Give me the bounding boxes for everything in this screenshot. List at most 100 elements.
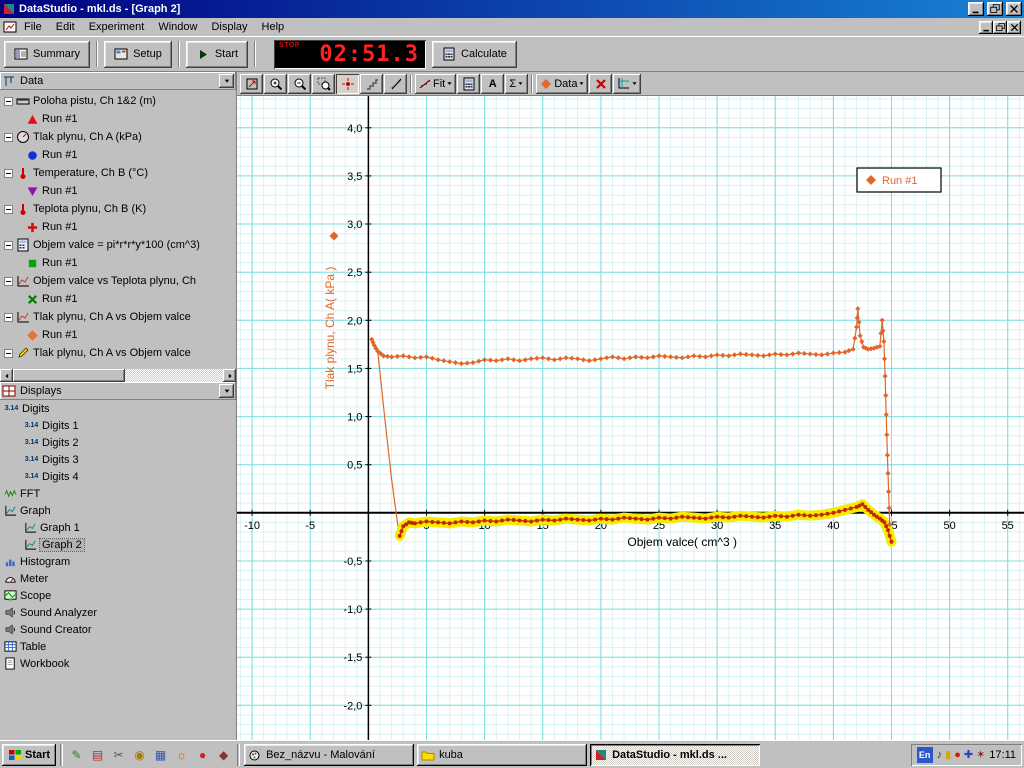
calculate-button[interactable]: Calculate bbox=[432, 41, 517, 68]
data-run-3[interactable]: Run #1 bbox=[0, 182, 236, 200]
graph-calculate-button[interactable] bbox=[457, 74, 480, 94]
tray-icon-1[interactable]: ♪ bbox=[937, 747, 943, 763]
data-source-5[interactable]: Objem valce = pi*r*r*y*100 (cm^3) bbox=[0, 236, 236, 254]
menu-window[interactable]: Window bbox=[151, 19, 204, 35]
zoom-select-button[interactable] bbox=[312, 74, 335, 94]
menu-help[interactable]: Help bbox=[255, 19, 292, 35]
quick-launch-icon-5[interactable]: ▦ bbox=[151, 745, 170, 764]
data-source-6[interactable]: Objem valce vs Teplota plynu, Ch bbox=[0, 272, 236, 290]
data-tree-hscrollbar[interactable] bbox=[0, 369, 236, 382]
statistics-menu-button[interactable]: Σ bbox=[505, 74, 528, 94]
expand-collapse-icon[interactable] bbox=[4, 313, 13, 322]
display-item-table[interactable]: Table bbox=[0, 638, 236, 655]
displays-panel-header[interactable]: Displays bbox=[0, 382, 236, 400]
scale-to-fit-button[interactable] bbox=[240, 74, 263, 94]
data-run-4[interactable]: Run #1 bbox=[0, 218, 236, 236]
close-button[interactable] bbox=[1006, 2, 1022, 16]
start-button[interactable]: Start bbox=[186, 41, 248, 68]
fit-menu-button[interactable]: Fit bbox=[415, 74, 456, 94]
data-run-1[interactable]: Run #1 bbox=[0, 110, 236, 128]
expand-collapse-icon[interactable] bbox=[4, 97, 13, 106]
tangent-tool-button[interactable] bbox=[384, 74, 407, 94]
slope-tool-button[interactable] bbox=[360, 74, 383, 94]
task-button-1[interactable]: Bez_názvu - Malování bbox=[244, 744, 414, 766]
quick-launch-icon-4[interactable]: ◉ bbox=[130, 745, 149, 764]
scroll-left-button[interactable] bbox=[0, 369, 13, 382]
display-item-scope[interactable]: Scope bbox=[0, 587, 236, 604]
quick-launch-icon-6[interactable]: ☼ bbox=[172, 745, 191, 764]
display-item-graph-1[interactable]: Graph 1 bbox=[0, 519, 236, 536]
data-source-7[interactable]: Tlak plynu, Ch A vs Objem valce bbox=[0, 308, 236, 326]
language-indicator[interactable]: En bbox=[917, 747, 933, 763]
task-button-3[interactable]: DataStudio - mkl.ds ... bbox=[590, 744, 760, 766]
menu-edit[interactable]: Edit bbox=[49, 19, 82, 35]
expand-collapse-icon[interactable] bbox=[4, 169, 13, 178]
expand-collapse-icon[interactable] bbox=[4, 205, 13, 214]
expand-collapse-icon[interactable] bbox=[4, 133, 13, 142]
menu-display[interactable]: Display bbox=[204, 19, 254, 35]
displays-panel-menu-button[interactable] bbox=[219, 384, 234, 398]
tray-icon-4[interactable]: ✚ bbox=[964, 747, 973, 763]
display-item-fft[interactable]: FFT bbox=[0, 485, 236, 502]
scrollbar-track[interactable] bbox=[125, 369, 223, 382]
menu-file[interactable]: File bbox=[17, 19, 49, 35]
display-item-graph[interactable]: Graph bbox=[0, 502, 236, 519]
data-run-7[interactable]: Run #1 bbox=[0, 326, 236, 344]
display-item-digits-2[interactable]: 3.14Digits 2 bbox=[0, 434, 236, 451]
quick-launch-icon-3[interactable]: ✂ bbox=[109, 745, 128, 764]
chevron-down-icon bbox=[223, 387, 231, 395]
document-window-icon[interactable] bbox=[3, 20, 17, 34]
display-item-workbook[interactable]: Workbook bbox=[0, 655, 236, 672]
display-item-graph-2[interactable]: Graph 2 bbox=[0, 536, 236, 553]
graph-plot[interactable]: -10-55101520253035404550554,03,53,02,52,… bbox=[237, 96, 1024, 740]
quick-launch-icon-8[interactable]: ◆ bbox=[214, 745, 233, 764]
task-button-2[interactable]: kuba bbox=[417, 744, 587, 766]
mdi-restore-button[interactable] bbox=[993, 21, 1007, 34]
maximize-button[interactable] bbox=[987, 2, 1003, 16]
scrollbar-thumb[interactable] bbox=[13, 369, 125, 382]
data-source-1[interactable]: Poloha pistu, Ch 1&2 (m) bbox=[0, 92, 236, 110]
summary-button[interactable]: Summary bbox=[4, 41, 90, 68]
data-source-3[interactable]: Temperature, Ch B (°C) bbox=[0, 164, 236, 182]
quick-launch-icon-2[interactable]: ▤ bbox=[88, 745, 107, 764]
display-item-histogram[interactable]: Histogram bbox=[0, 553, 236, 570]
display-item-sound-analyzer[interactable]: Sound Analyzer bbox=[0, 604, 236, 621]
display-item-digits-1[interactable]: 3.14Digits 1 bbox=[0, 417, 236, 434]
start-menu-button[interactable]: Start bbox=[2, 744, 56, 766]
setup-button[interactable]: Setup bbox=[104, 41, 172, 68]
data-run-2[interactable]: Run #1 bbox=[0, 146, 236, 164]
data-run-5[interactable]: Run #1 bbox=[0, 254, 236, 272]
zoom-in-button[interactable] bbox=[264, 74, 287, 94]
tray-icon-2[interactable]: ▮ bbox=[945, 747, 951, 763]
minimize-button[interactable] bbox=[968, 2, 984, 16]
display-item-digits-4[interactable]: 3.14Digits 4 bbox=[0, 468, 236, 485]
delete-button[interactable] bbox=[589, 74, 612, 94]
expand-collapse-icon[interactable] bbox=[4, 349, 13, 358]
display-item-meter[interactable]: Meter bbox=[0, 570, 236, 587]
quick-launch-icon-1[interactable]: ✎ bbox=[67, 745, 86, 764]
expand-collapse-icon[interactable] bbox=[4, 241, 13, 250]
display-item-sound-creator[interactable]: Sound Creator bbox=[0, 621, 236, 638]
data-source-4[interactable]: Teplota plynu, Ch B (K) bbox=[0, 200, 236, 218]
data-panel-header[interactable]: Data bbox=[0, 72, 236, 90]
expand-collapse-icon[interactable] bbox=[4, 277, 13, 286]
menu-experiment[interactable]: Experiment bbox=[82, 19, 152, 35]
tray-icon-5[interactable]: ✶ bbox=[976, 747, 985, 763]
mdi-minimize-button[interactable] bbox=[979, 21, 993, 34]
display-item-digits-3[interactable]: 3.14Digits 3 bbox=[0, 451, 236, 468]
zoom-out-button[interactable] bbox=[288, 74, 311, 94]
display-item-digits[interactable]: 3.14Digits bbox=[0, 400, 236, 417]
quick-launch-icon-7[interactable]: ● bbox=[193, 745, 212, 764]
data-source-2[interactable]: Tlak plynu, Ch A (kPa) bbox=[0, 128, 236, 146]
data-menu-button[interactable]: Data bbox=[536, 74, 588, 94]
data-run-6[interactable]: Run #1 bbox=[0, 290, 236, 308]
title-bar[interactable]: DataStudio - mkl.ds - [Graph 2] bbox=[0, 0, 1024, 18]
data-panel-menu-button[interactable] bbox=[219, 74, 234, 88]
text-annotation-button[interactable]: A bbox=[481, 74, 504, 94]
tray-icon-3[interactable]: ● bbox=[954, 747, 961, 763]
scroll-right-button[interactable] bbox=[223, 369, 236, 382]
smart-tool-button[interactable] bbox=[336, 74, 359, 94]
axis-settings-button[interactable] bbox=[613, 74, 641, 94]
data-source-8[interactable]: Tlak plynu, Ch A vs Objem valce bbox=[0, 344, 236, 362]
mdi-close-button[interactable] bbox=[1007, 21, 1021, 34]
